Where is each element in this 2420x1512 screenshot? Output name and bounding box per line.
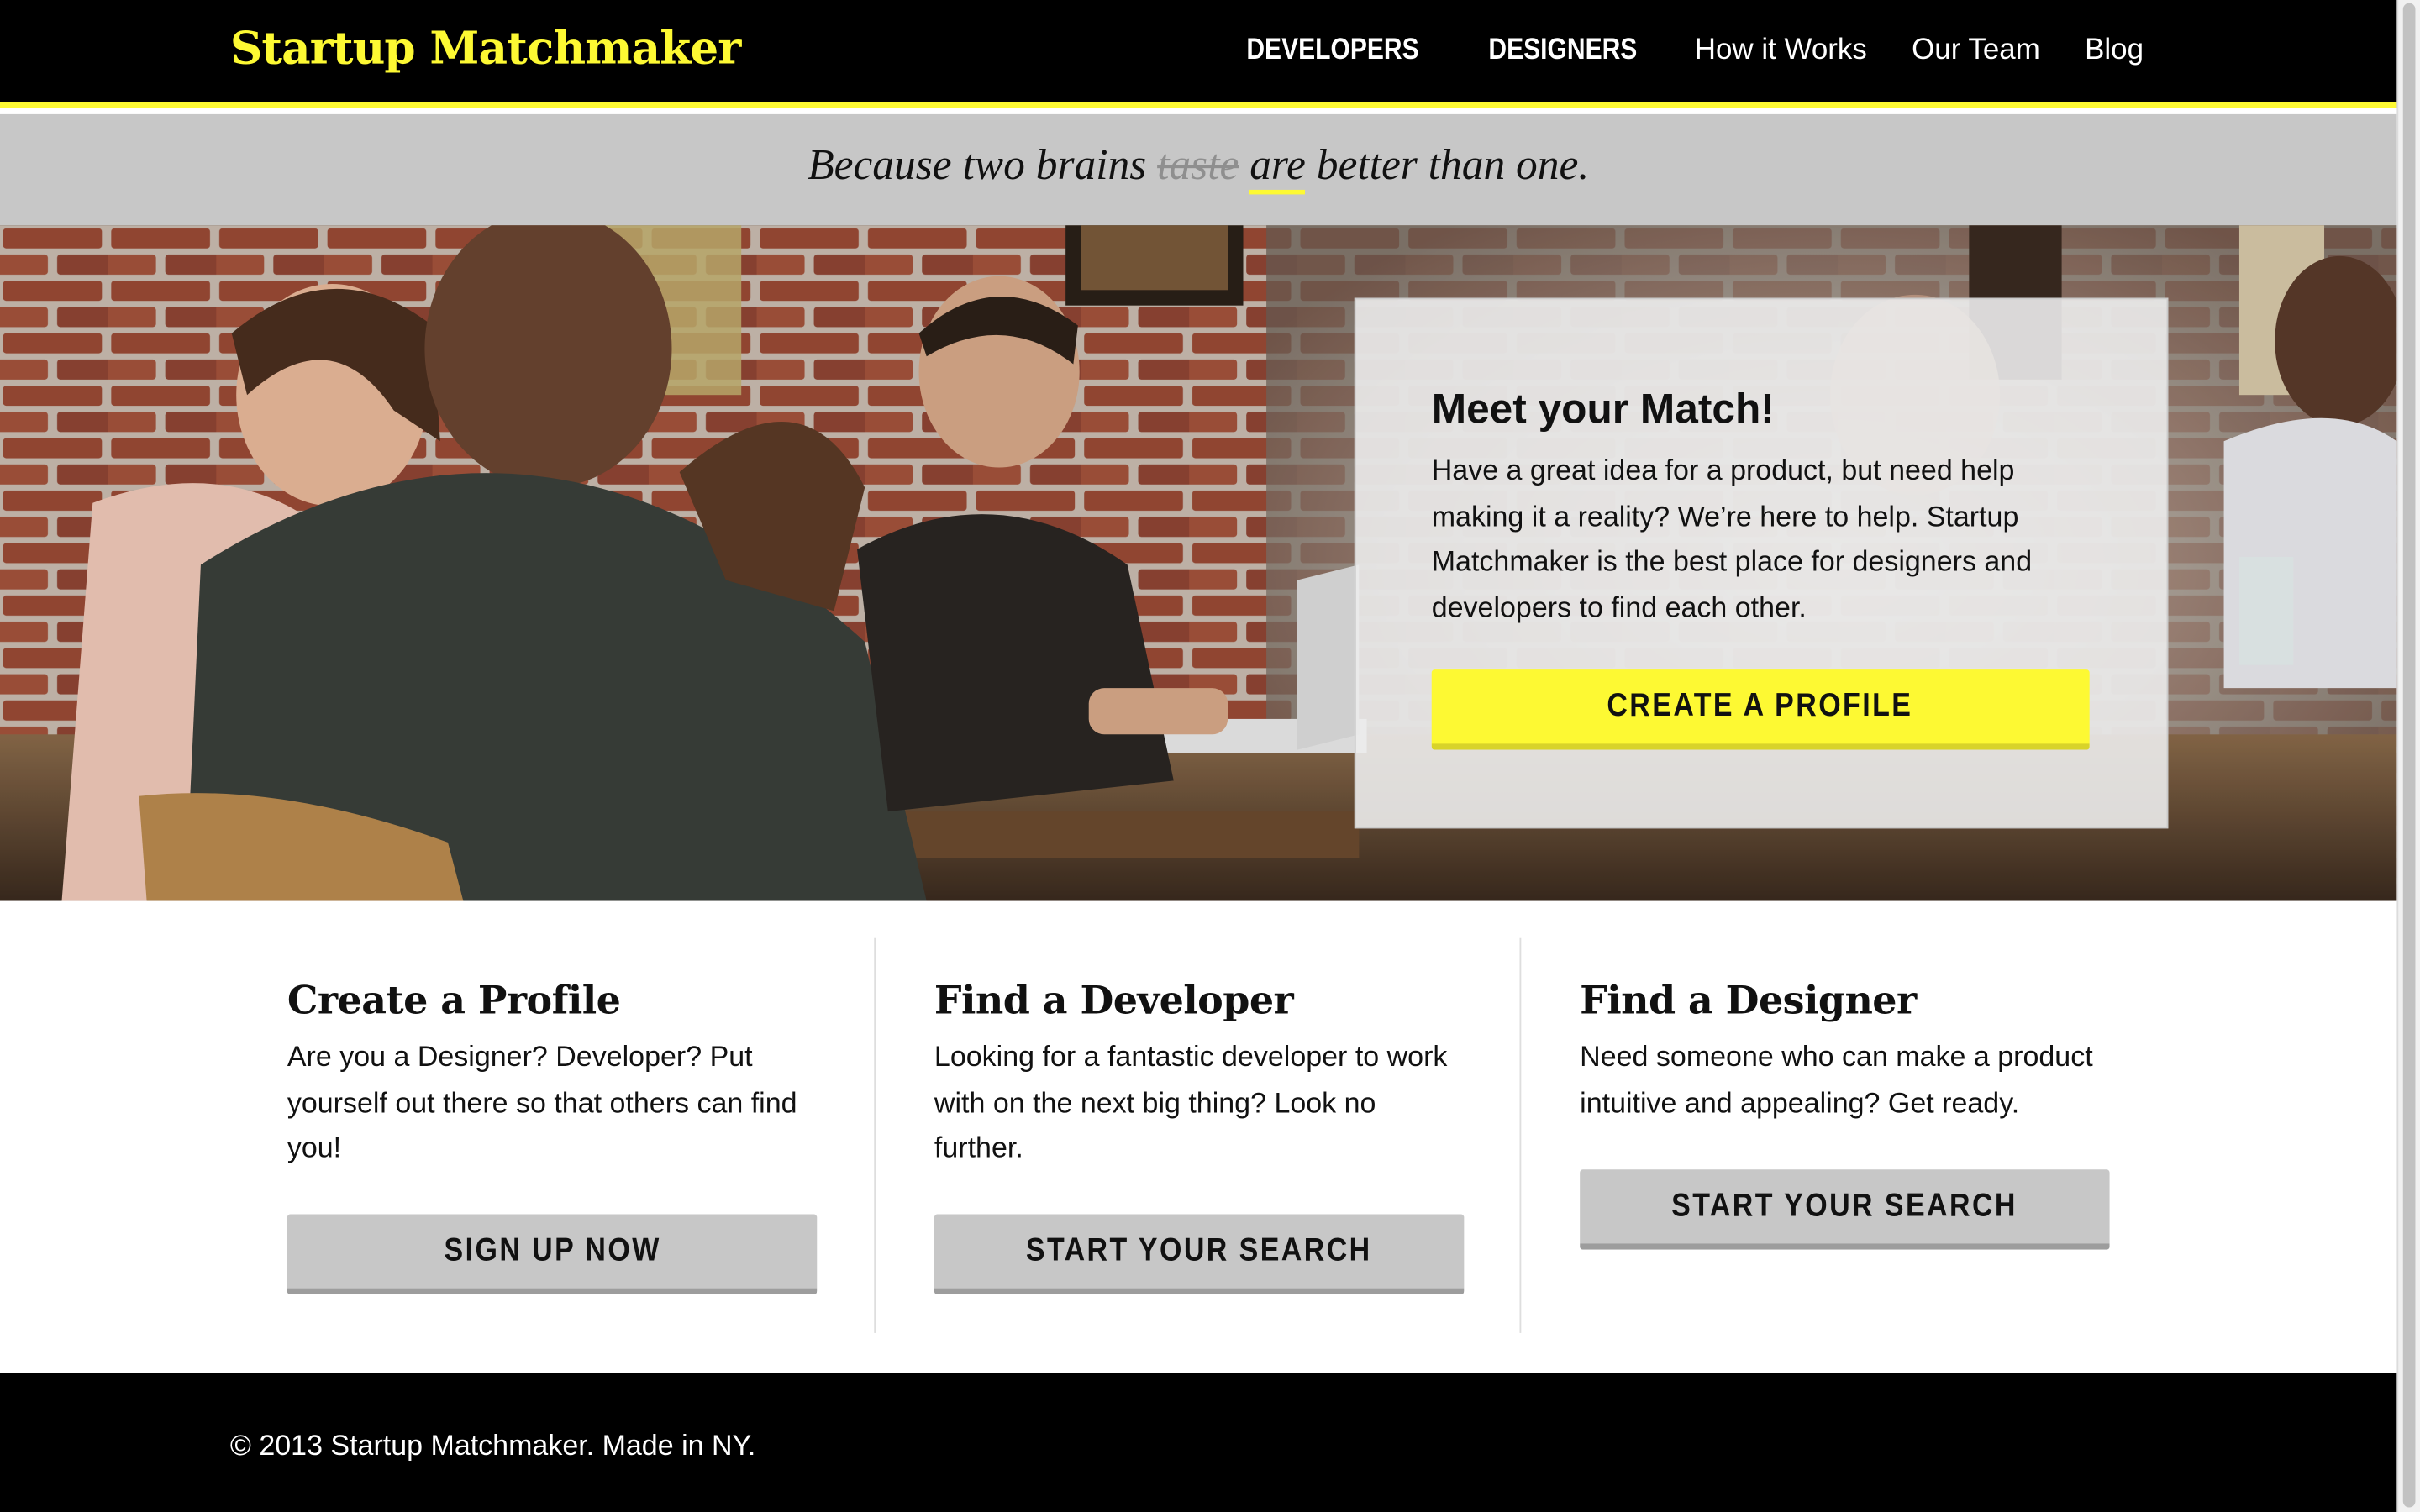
nav-how-it-works[interactable]: How it Works [1695,34,1867,67]
find-designer-search-button-label: START YOUR SEARCH [1671,1188,2018,1224]
feature-text: Looking for a fantastic developer to wor… [934,1039,1448,1163]
tagline: Because two brains taste are better than… [0,141,2396,195]
site-logo[interactable]: Startup Matchmaker [230,22,742,74]
scrollbar-thumb[interactable] [2402,3,2416,1508]
tagline-end: better than one. [1316,141,1590,190]
create-profile-button-label: CREATE A PROFILE [1607,688,1914,724]
site-header: Startup Matchmaker DEVELOPERS DESIGNERS … [0,0,2397,108]
copyright-text: © 2013 Startup Matchmaker. Made in NY. [229,1428,756,1462]
tagline-bar: Because two brains taste are better than… [0,113,2397,226]
feature-title: Find a Designer [1580,978,1917,1023]
find-developer-search-button[interactable]: START YOUR SEARCH [934,1214,1465,1295]
tagline-struck-word: taste [1157,141,1239,190]
page: Startup Matchmaker DEVELOPERS DESIGNERS … [0,0,2420,1512]
feature-text: Need someone who can make a product intu… [1580,1039,2093,1118]
tagline-start: Because two brains [808,141,1147,190]
features-section: Create a Profile Are you a Designer? Dev… [0,900,2397,1373]
find-designer-search-button[interactable]: START YOUR SEARCH [1580,1169,2110,1250]
nav-blog[interactable]: Blog [2085,34,2144,67]
feature-text: Are you a Designer? Developer? Put yours… [287,1039,797,1163]
match-title: Meet your Match! [1431,386,1775,433]
vertical-scrollbar[interactable] [2396,0,2420,1512]
main-nav: DEVELOPERS DESIGNERS How it Works Our Te… [1232,34,2144,67]
feature-find-designer: Find a Designer Need someone who can mak… [1519,937,2165,1333]
feature-title: Create a Profile [287,978,621,1023]
feature-title: Find a Developer [934,978,1294,1023]
sign-up-button[interactable]: SIGN UP NOW [287,1214,818,1295]
feature-create-profile: Create a Profile Are you a Designer? Dev… [229,938,874,1333]
create-profile-button[interactable]: CREATE A PROFILE [1431,669,2090,750]
feature-find-developer: Find a Developer Looking for a fantastic… [874,937,1519,1333]
match-description: Have a great idea for a product, but nee… [1431,453,2033,623]
nav-developers[interactable]: DEVELOPERS [1245,34,1418,67]
find-developer-search-button-label: START YOUR SEARCH [1026,1232,1372,1268]
match-card: Meet your Match! Have a great idea for a… [1354,297,2169,829]
page-content: Startup Matchmaker DEVELOPERS DESIGNERS … [0,0,2397,1512]
browser-viewport: Startup Matchmaker DEVELOPERS DESIGNERS … [0,0,2420,1512]
nav-designers[interactable]: DESIGNERS [1489,34,1638,67]
tagline-emphasis-word: are [1249,141,1306,195]
site-footer: © 2013 Startup Matchmaker. Made in NY. [0,1373,2397,1512]
nav-our-team[interactable]: Our Team [1912,34,2040,67]
sign-up-button-label: SIGN UP NOW [443,1232,661,1268]
